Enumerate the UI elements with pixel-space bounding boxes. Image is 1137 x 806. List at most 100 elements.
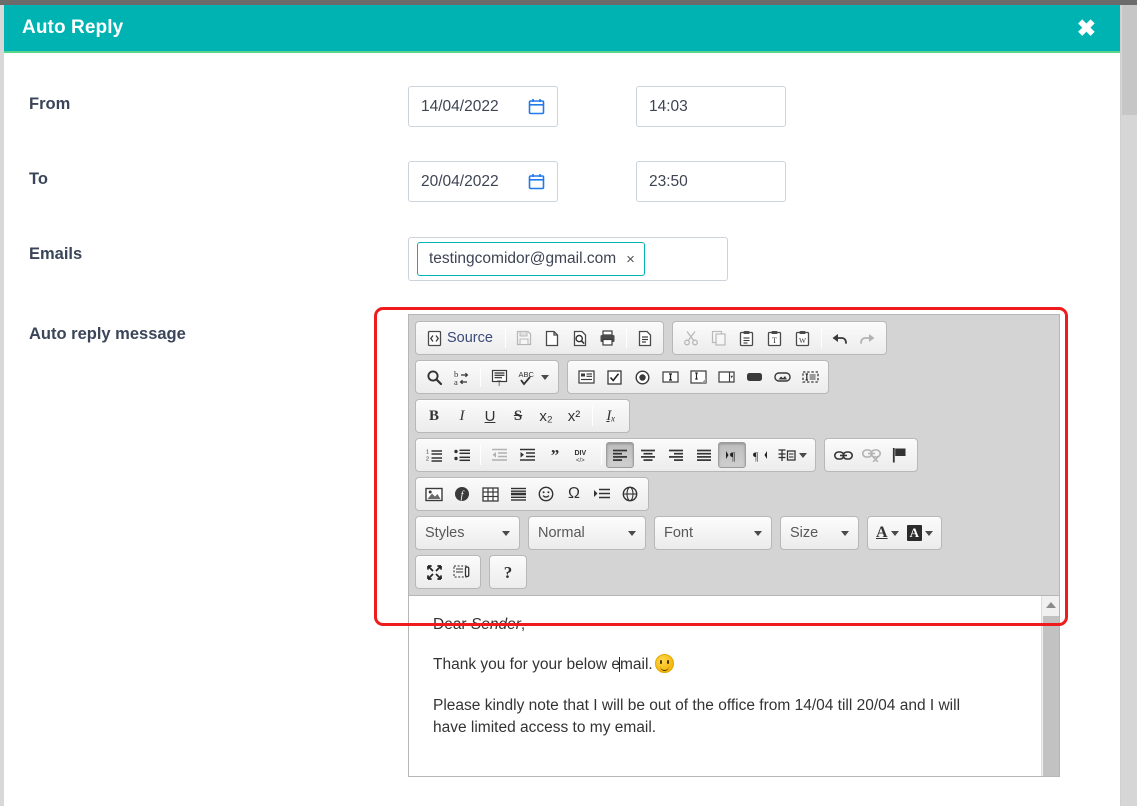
checkbox-button[interactable] — [600, 364, 628, 390]
bold-button[interactable]: B — [420, 403, 448, 429]
templates-button[interactable] — [631, 325, 659, 351]
text-color-icon: A — [876, 524, 888, 541]
align-left-button[interactable] — [606, 442, 634, 468]
remove-format-button[interactable]: Iₓ — [597, 403, 625, 429]
chevron-down-icon — [924, 530, 933, 536]
text-color-button[interactable]: A — [872, 520, 903, 546]
copy-button[interactable] — [705, 325, 733, 351]
smiley-button[interactable] — [532, 481, 560, 507]
cut-button[interactable] — [677, 325, 705, 351]
radio-button[interactable] — [628, 364, 656, 390]
font-combo[interactable]: Font — [654, 516, 772, 550]
redo-button[interactable] — [854, 325, 882, 351]
smiley-icon — [538, 486, 554, 502]
emails-input[interactable]: testingcomidor@gmail.com × — [408, 237, 728, 281]
find-button[interactable] — [420, 364, 448, 390]
image-button-button[interactable] — [768, 364, 796, 390]
language-button[interactable] — [774, 442, 811, 468]
print-button[interactable] — [594, 325, 622, 351]
paste-word-button[interactable]: W — [789, 325, 817, 351]
italic-button[interactable]: I — [448, 403, 476, 429]
editor-text[interactable]: Dear Sender, Thank you for your below em… — [409, 596, 1009, 750]
font-size-combo[interactable]: Size — [780, 516, 859, 550]
to-time-input[interactable]: 23:50 — [636, 161, 786, 202]
indent-button[interactable] — [513, 442, 541, 468]
paste-button[interactable] — [733, 325, 761, 351]
create-div-button[interactable]: DIV </> — [569, 442, 597, 468]
align-right-icon — [668, 449, 684, 462]
special-char-button[interactable]: Ω — [560, 481, 588, 507]
outdent-button[interactable] — [485, 442, 513, 468]
maximize-button[interactable] — [420, 559, 448, 585]
email-chip-remove-icon[interactable]: × — [626, 251, 635, 268]
checkbox-icon — [606, 369, 622, 385]
align-center-button[interactable] — [634, 442, 662, 468]
thanks-after-caret: mail. — [619, 656, 653, 674]
to-date-input[interactable]: 20/04/2022 — [408, 161, 558, 202]
editor-scrollbar-thumb[interactable] — [1043, 616, 1059, 776]
button-field-button[interactable] — [740, 364, 768, 390]
replace-button[interactable]: b a — [448, 364, 476, 390]
new-page-button[interactable] — [538, 325, 566, 351]
source-button[interactable]: Source — [420, 325, 501, 351]
close-icon[interactable]: ✖ — [1071, 15, 1102, 42]
anchor-button[interactable] — [885, 442, 913, 468]
paragraph-format-combo[interactable]: Normal — [528, 516, 646, 550]
toolbar-group-basic-styles: B I U S x₂ x² Iₓ — [415, 399, 630, 433]
calendar-icon[interactable] — [528, 173, 545, 190]
spellcheck-button[interactable]: ABC — [513, 364, 554, 390]
text-direction-rtl-button[interactable]: ¶ — [746, 442, 774, 468]
textarea-button[interactable] — [684, 364, 712, 390]
undo-button[interactable] — [826, 325, 854, 351]
align-right-button[interactable] — [662, 442, 690, 468]
text-field-button[interactable] — [656, 364, 684, 390]
page-scrollbar-thumb[interactable] — [1122, 5, 1137, 115]
form-button[interactable] — [572, 364, 600, 390]
page-scrollbar[interactable] — [1120, 5, 1137, 806]
globe-icon — [622, 486, 638, 502]
subscript-button[interactable]: x₂ — [532, 403, 560, 429]
select-all-button[interactable]: T — [485, 364, 513, 390]
hidden-field-button[interactable] — [796, 364, 824, 390]
blockquote-button[interactable]: ” — [541, 442, 569, 468]
toolbar-row-styles: Styles Normal Font Size A A — [415, 516, 1053, 550]
paste-text-button[interactable]: T — [761, 325, 789, 351]
horizontal-rule-button[interactable] — [504, 481, 532, 507]
bulleted-list-button[interactable] — [448, 442, 476, 468]
superscript-button[interactable]: x² — [560, 403, 588, 429]
subscript-icon: x₂ — [539, 407, 553, 425]
numbered-list-button[interactable]: 1 2 — [420, 442, 448, 468]
link-button[interactable] — [829, 442, 857, 468]
table-button[interactable] — [476, 481, 504, 507]
page-title: Auto Reply — [22, 17, 124, 38]
background-color-button[interactable]: A — [903, 520, 937, 546]
select-field-button[interactable] — [712, 364, 740, 390]
svg-text:¶: ¶ — [730, 449, 736, 462]
strikethrough-button[interactable]: S — [504, 403, 532, 429]
preview-button[interactable] — [566, 325, 594, 351]
about-button[interactable]: ? — [494, 559, 522, 585]
calendar-icon[interactable] — [528, 98, 545, 115]
page-break-button[interactable] — [588, 481, 616, 507]
email-chip[interactable]: testingcomidor@gmail.com × — [417, 242, 645, 276]
from-date-input[interactable]: 14/04/2022 — [408, 86, 558, 127]
flash-button[interactable]: f — [448, 481, 476, 507]
numbered-list-icon: 1 2 — [426, 448, 443, 462]
iframe-button[interactable] — [616, 481, 644, 507]
redo-arrow-icon — [859, 331, 876, 346]
svg-text:T: T — [497, 379, 502, 386]
unlink-button[interactable] — [857, 442, 885, 468]
save-button[interactable] — [510, 325, 538, 351]
editor-scrollbar[interactable] — [1041, 596, 1059, 776]
align-justify-button[interactable] — [690, 442, 718, 468]
from-time-input[interactable]: 14:03 — [636, 86, 786, 127]
editor-content-area[interactable]: Dear Sender, Thank you for your below em… — [409, 596, 1059, 776]
styles-combo[interactable]: Styles — [415, 516, 520, 550]
scissors-icon — [683, 330, 699, 346]
underline-button[interactable]: U — [476, 403, 504, 429]
image-button[interactable] — [420, 481, 448, 507]
text-direction-ltr-button[interactable]: ¶ — [718, 442, 746, 468]
scroll-up-arrow[interactable] — [1042, 596, 1059, 614]
ltr-icon: ¶ — [724, 448, 741, 462]
show-blocks-button[interactable] — [448, 559, 476, 585]
